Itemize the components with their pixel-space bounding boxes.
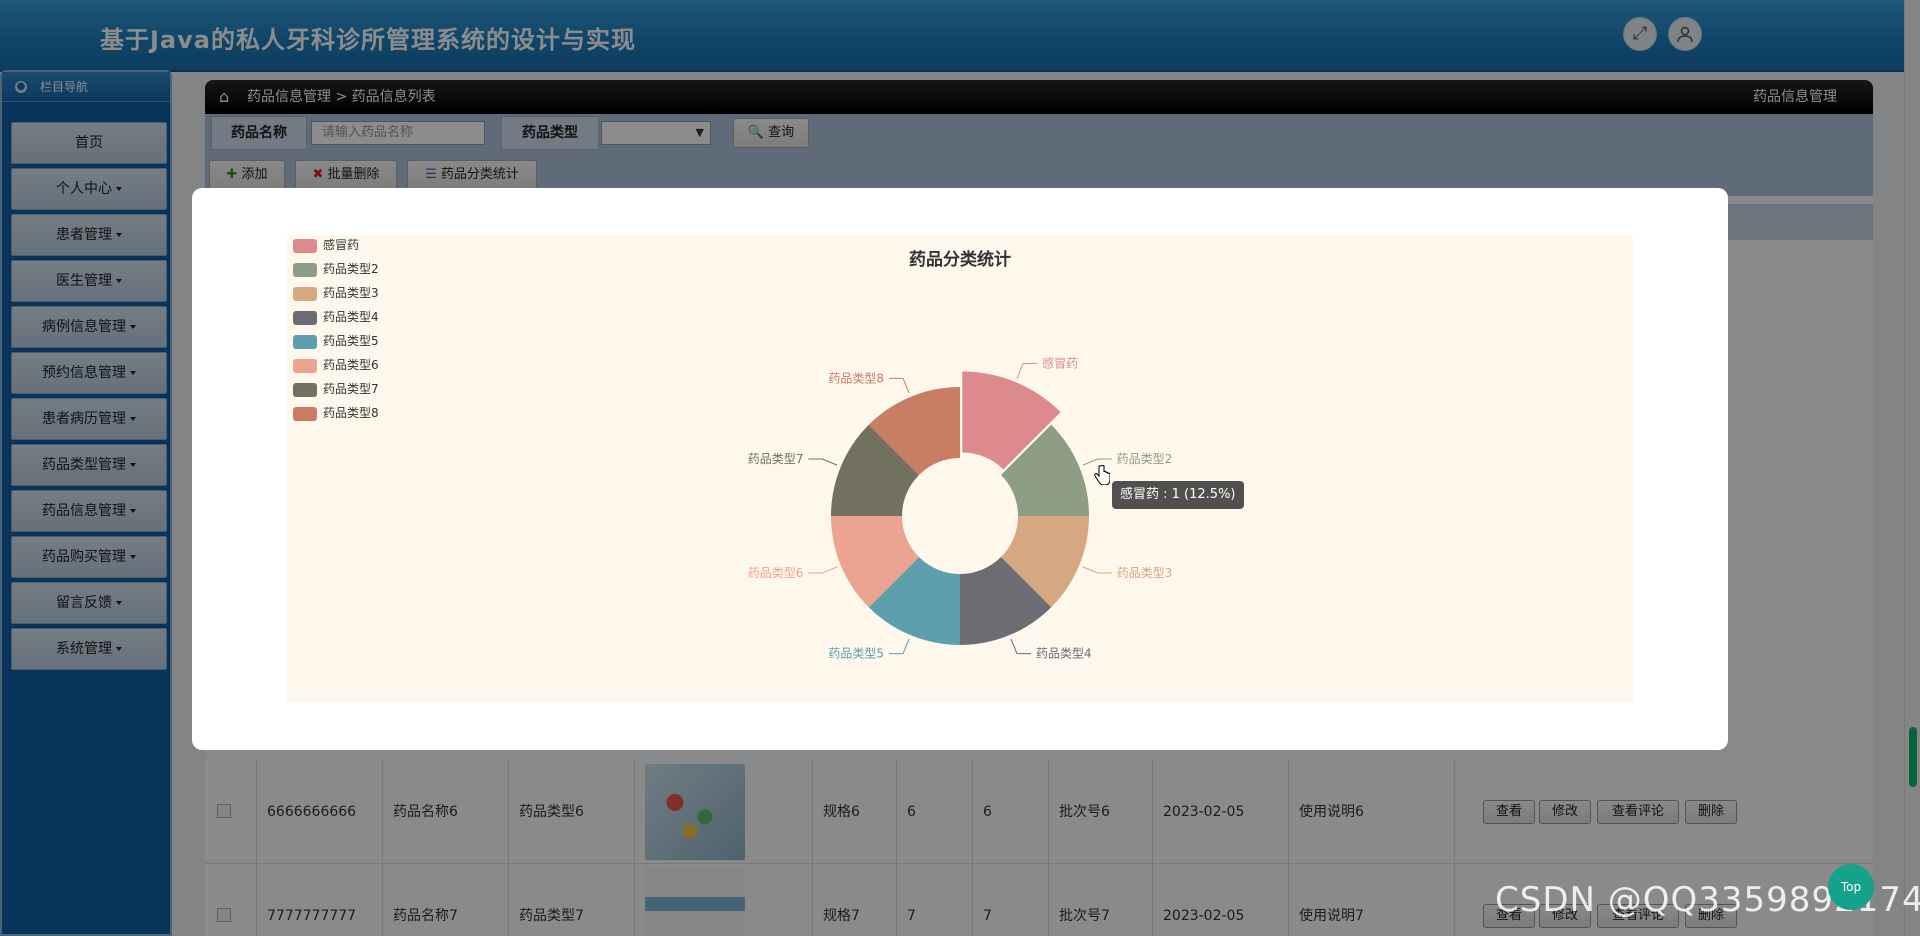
slice-label: 药品类型7 — [748, 452, 804, 466]
chart-tooltip: 感冒药 : 1 (12.5%) — [1112, 481, 1244, 509]
stats-modal: 药品分类统计 感冒药 药品类型2 药品类型3 药品类型4 药品类型5 药品类型6 药品类型7… — [192, 188, 1728, 750]
slice-label: 药品类型8 — [828, 371, 884, 385]
hand-cursor-icon — [1094, 465, 1110, 485]
slice-label: 药品类型2 — [1117, 452, 1173, 466]
slice-label-line — [888, 377, 910, 394]
slice-label-line — [1082, 566, 1112, 574]
slice-label-line — [888, 638, 910, 655]
slice-label: 药品类型4 — [1036, 647, 1092, 661]
pie-chart[interactable]: 感冒药药品类型2 药品类型3 药品类型4 药品类型5 药品类型6 药品类型7 药品类型8 — [287, 235, 1633, 702]
slice-label: 药品类型5 — [828, 647, 884, 661]
back-to-top-button[interactable]: Top — [1828, 864, 1874, 910]
slice-label: 药品类型3 — [1117, 566, 1173, 580]
slice-label: 药品类型6 — [748, 566, 804, 580]
slice-label-line — [808, 458, 838, 466]
slice-label-line — [1016, 363, 1038, 379]
slice-label-line — [808, 566, 838, 574]
slice-label-line — [1010, 638, 1032, 655]
chart-area: 药品分类统计 感冒药 药品类型2 药品类型3 药品类型4 药品类型5 药品类型6 药品类型7… — [287, 235, 1633, 702]
slice-label: 感冒药 — [1042, 356, 1078, 371]
